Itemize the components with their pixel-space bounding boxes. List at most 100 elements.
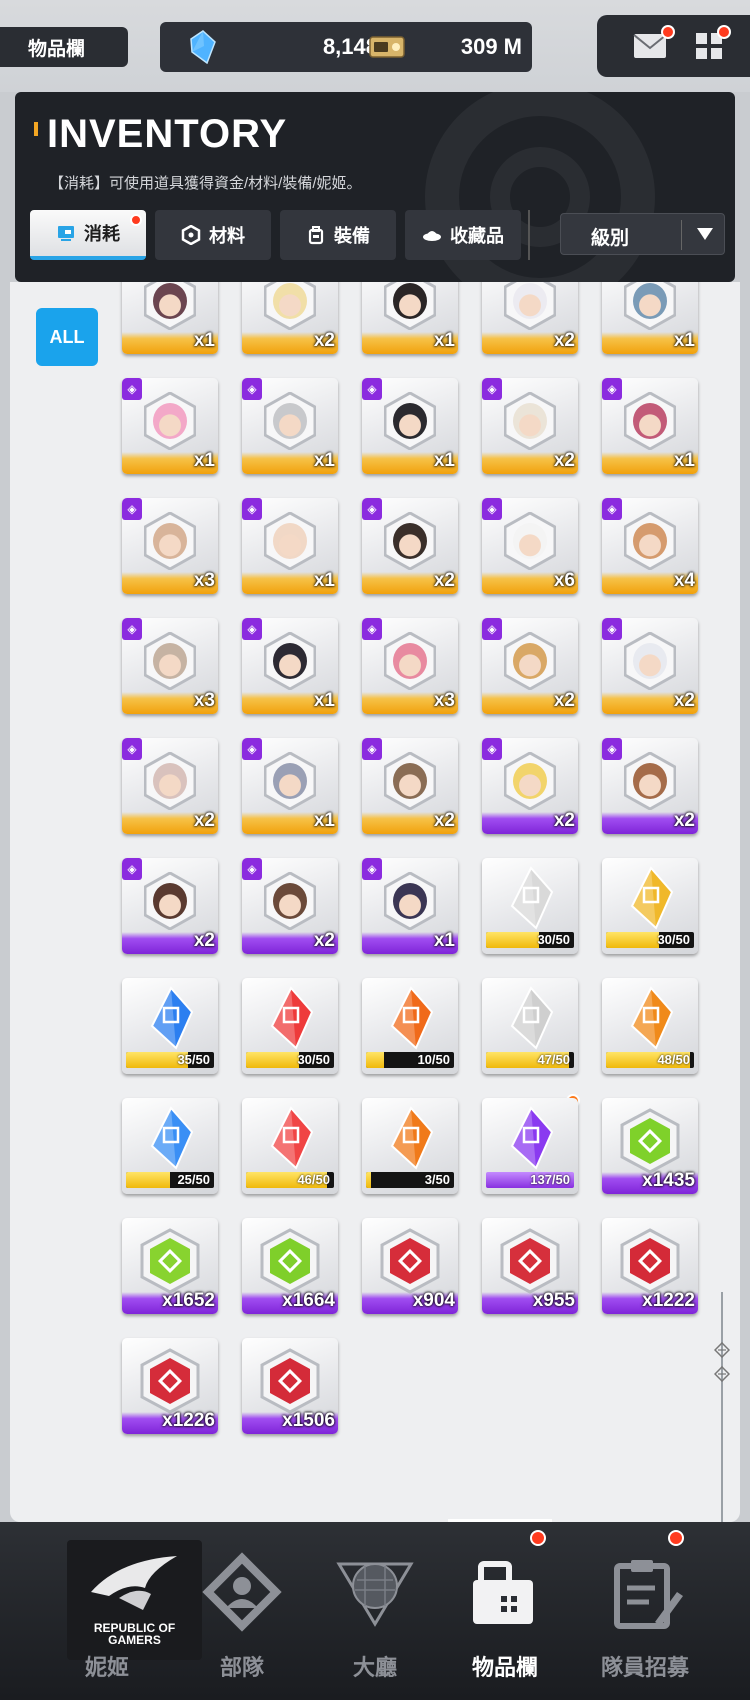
item-count: x2: [673, 810, 695, 831]
character-item[interactable]: ◈x2: [482, 738, 578, 834]
material-item[interactable]: x1652: [122, 1218, 218, 1314]
tab-consumable[interactable]: 消耗: [30, 210, 146, 260]
consumable-icon: [58, 226, 74, 241]
material-item[interactable]: x904: [362, 1218, 458, 1314]
character-portrait: [513, 523, 547, 559]
progress-fill: [486, 932, 539, 948]
shard-item[interactable]: 10/50: [362, 978, 458, 1074]
character-item[interactable]: ◈x1: [362, 282, 458, 354]
nav-nikke[interactable]: REPUBLIC OF GAMERS 妮姬: [22, 1522, 202, 1700]
character-item[interactable]: ◈x1: [242, 738, 338, 834]
item-count: x2: [433, 570, 455, 591]
character-item[interactable]: ◈x2: [602, 618, 698, 714]
progress-fill: [126, 1172, 170, 1188]
character-portrait: [393, 643, 427, 679]
bottom-navigation: REPUBLIC OF GAMERS 妮姬 部隊 大廳 物品欄 隊員招募: [0, 1519, 750, 1700]
nav-label: 大廳: [352, 1655, 397, 1680]
progress-label: 47/50: [537, 1052, 570, 1067]
character-portrait: [153, 883, 187, 919]
class-badge-icon: ◈: [122, 738, 142, 760]
tab-equipment[interactable]: 裝備: [280, 210, 396, 260]
character-item[interactable]: ◈x2: [122, 858, 218, 954]
character-item[interactable]: ◈x1: [242, 498, 338, 594]
sort-dropdown[interactable]: 級別: [560, 213, 725, 255]
progress-label: 137/50: [530, 1172, 570, 1187]
character-item[interactable]: ◈x2: [362, 498, 458, 594]
character-item[interactable]: ◈x1: [122, 282, 218, 354]
recruit-notification-dot: [668, 1530, 684, 1546]
progress-fill: [366, 1052, 384, 1068]
material-item[interactable]: x1222: [602, 1218, 698, 1314]
character-item[interactable]: ◈x2: [122, 738, 218, 834]
scroll-down-icon[interactable]: [714, 1366, 730, 1382]
tab-collection[interactable]: 收藏品: [405, 210, 521, 260]
character-item[interactable]: ◈x2: [482, 378, 578, 474]
core-shard-icon: [390, 986, 434, 1050]
scrollbar[interactable]: [721, 1292, 723, 1522]
mail-icon[interactable]: [633, 33, 667, 59]
progress-label: 30/50: [537, 932, 570, 947]
shard-item[interactable]: 137/50: [482, 1098, 578, 1194]
shard-item[interactable]: 30/50: [482, 858, 578, 954]
shard-item[interactable]: 30/50: [242, 978, 338, 1074]
nav-label: 隊員招募: [600, 1655, 689, 1680]
tab-label: 材料: [209, 226, 245, 246]
character-item[interactable]: ◈x1: [242, 618, 338, 714]
nav-recruit[interactable]: 隊員招募: [570, 1522, 720, 1700]
character-item[interactable]: ◈x1: [362, 378, 458, 474]
character-portrait: [633, 283, 667, 319]
nav-squad[interactable]: 部隊: [167, 1522, 317, 1700]
character-item[interactable]: ◈x2: [482, 282, 578, 354]
character-item[interactable]: ◈x1: [362, 858, 458, 954]
shard-item[interactable]: 47/50: [482, 978, 578, 1074]
progress-label: 35/50: [177, 1052, 210, 1067]
material-item[interactable]: x1664: [242, 1218, 338, 1314]
character-item[interactable]: ◈ x3: [362, 618, 458, 714]
character-portrait: [273, 763, 307, 799]
material-item[interactable]: x1435: [602, 1098, 698, 1194]
character-item[interactable]: ◈ x4: [602, 498, 698, 594]
item-count: x1226: [162, 1410, 215, 1431]
filter-all-button[interactable]: ALL: [36, 308, 98, 366]
nav-label: 妮姬: [84, 1655, 129, 1680]
class-badge-icon: ◈: [362, 378, 382, 400]
material-item[interactable]: x1506: [242, 1338, 338, 1434]
tab-material[interactable]: 材料: [155, 210, 271, 260]
shard-item[interactable]: 30/50: [602, 858, 698, 954]
shard-item[interactable]: 46/50: [242, 1098, 338, 1194]
class-badge-icon: ◈: [602, 378, 622, 400]
character-item[interactable]: ◈x2: [602, 738, 698, 834]
character-item[interactable]: ◈x2: [362, 738, 458, 834]
shard-item[interactable]: 35/50: [122, 978, 218, 1074]
item-count: x2: [553, 810, 575, 831]
material-item[interactable]: x1226: [122, 1338, 218, 1434]
item-count: x1: [313, 570, 335, 591]
material-icon: [260, 1228, 320, 1294]
shard-item[interactable]: 3/50: [362, 1098, 458, 1194]
core-shard-icon: [510, 1106, 554, 1170]
character-portrait: [153, 763, 187, 799]
character-item[interactable]: ◈x2: [482, 618, 578, 714]
character-item[interactable]: ◈x2: [242, 858, 338, 954]
character-item[interactable]: ◈ x3: [122, 618, 218, 714]
shard-item[interactable]: 25/50: [122, 1098, 218, 1194]
shard-progress-bar: 30/50: [246, 1052, 334, 1068]
character-item[interactable]: ◈x1: [242, 378, 338, 474]
character-item[interactable]: ◈ x6: [482, 498, 578, 594]
core-shard-icon: [270, 1106, 314, 1170]
character-portrait: [633, 643, 667, 679]
item-count: x2: [553, 690, 575, 711]
character-portrait: [393, 403, 427, 439]
character-item[interactable]: ◈x1: [602, 378, 698, 474]
nav-inventory[interactable]: 物品欄: [430, 1519, 580, 1700]
character-item[interactable]: ◈x2: [242, 282, 338, 354]
character-item[interactable]: ◈x1: [122, 378, 218, 474]
shard-item[interactable]: 48/50: [602, 978, 698, 1074]
shard-progress-bar: 25/50: [126, 1172, 214, 1188]
material-item[interactable]: x955: [482, 1218, 578, 1314]
nav-lobby[interactable]: 大廳: [300, 1522, 450, 1700]
character-item[interactable]: ◈ x3: [122, 498, 218, 594]
scroll-up-icon[interactable]: [714, 1342, 730, 1358]
character-item[interactable]: ◈x1: [602, 282, 698, 354]
character-portrait: [153, 283, 187, 319]
